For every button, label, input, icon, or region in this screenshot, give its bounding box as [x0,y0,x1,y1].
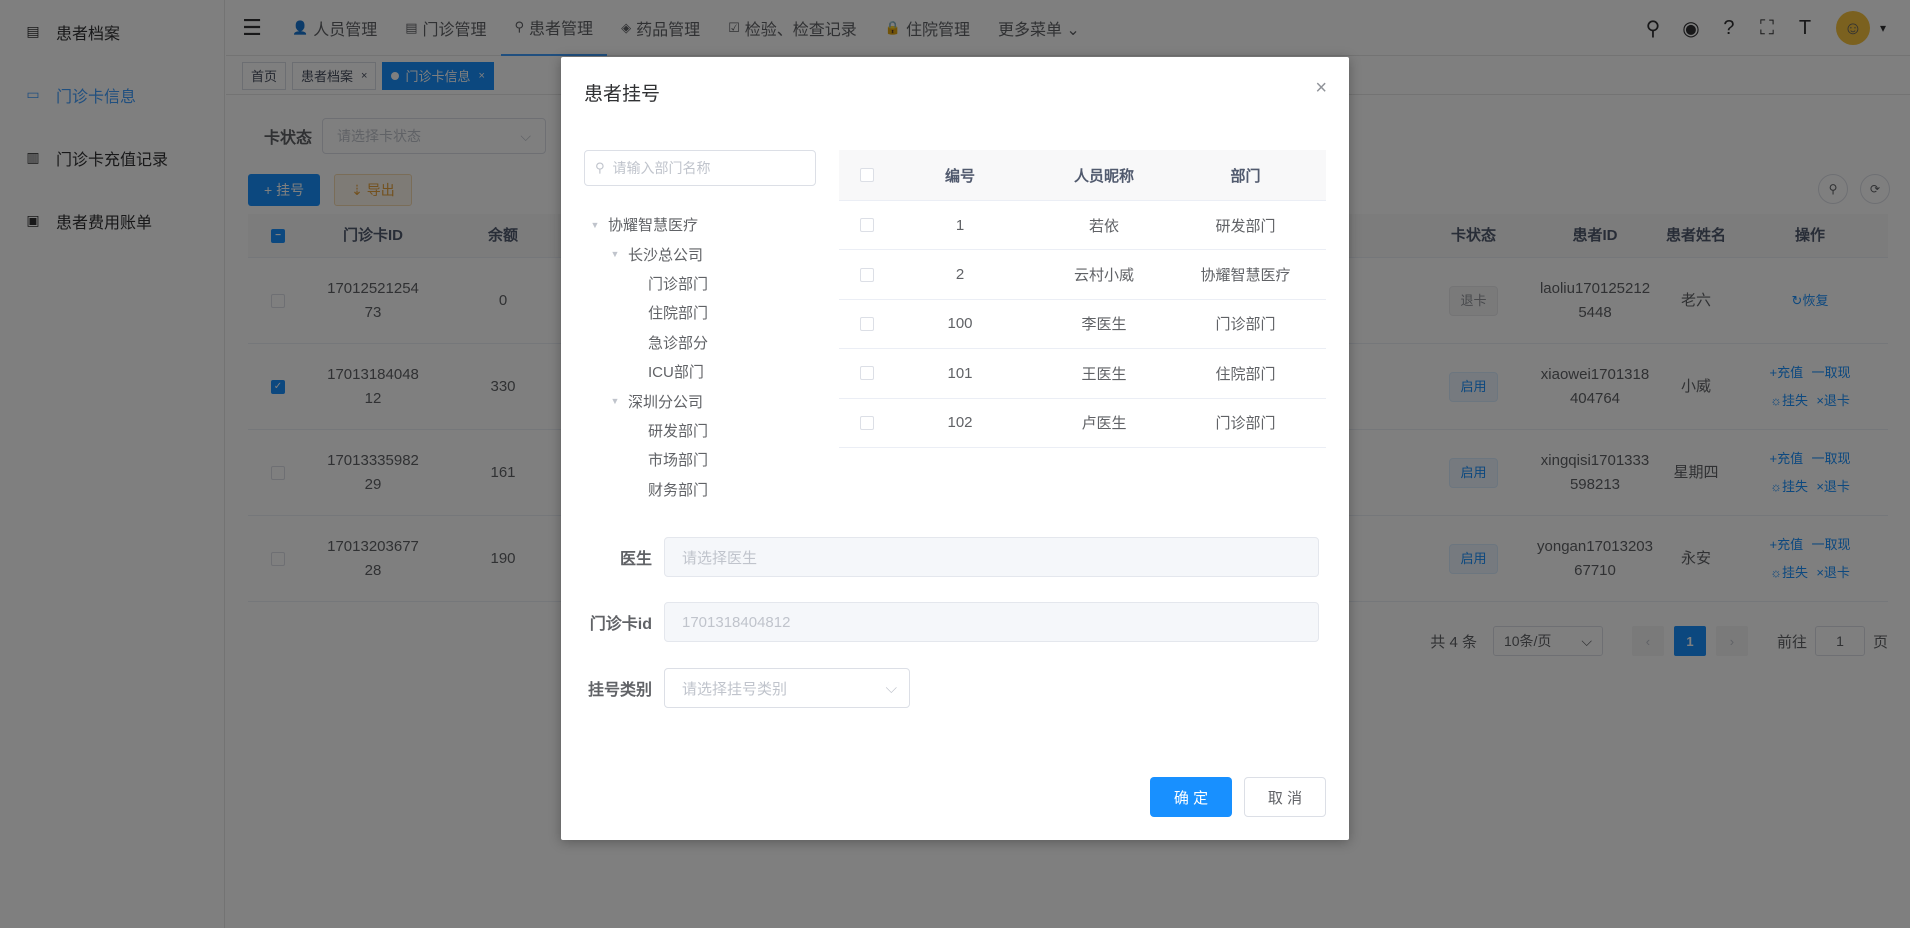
tree-node-label: 市场部门 [648,452,709,470]
tree-node[interactable]: 财务部门 [588,475,818,504]
tree-node-label: 深圳分公司 [628,393,704,411]
department-cell: 协耀智慧医疗 [1200,267,1291,285]
tree-node-label: 住院部门 [648,305,709,323]
register-type-label: 挂号类别 [587,682,652,699]
tree-node-label: 门诊部门 [648,275,709,293]
col-number: 编号 [944,167,975,185]
register-dialog: 患者挂号 × ⚲ 请输入部门名称 ▼ 协耀智慧医疗 ▼ 长沙总公司 门诊部门 住院部… [561,57,1349,840]
tree-node[interactable]: 急诊部分 [588,328,818,357]
close-icon[interactable]: × [1315,77,1327,100]
row-checkbox[interactable] [839,415,895,430]
doctor-form-row: 医生 请选择医生 [584,537,1319,577]
search-icon: ⚲ [595,160,605,175]
table-row[interactable]: 102 卢医生 门诊部门 [839,399,1326,448]
cancel-button[interactable]: 取 消 [1244,777,1326,817]
row-checkbox[interactable] [839,366,895,381]
tree-node[interactable]: 市场部门 [588,445,818,474]
input-value: 1701318404812 [682,613,791,631]
expand-arrow-icon[interactable]: ▼ [608,396,622,406]
tree-node[interactable]: ▼ 深圳分公司 [588,386,818,415]
tree-node[interactable]: ▼ 协耀智慧医疗 [588,210,818,239]
table-row[interactable]: 1 若依 研发部门 [839,201,1326,251]
table-row[interactable]: 101 王医生 住院部门 [839,349,1326,399]
department-cell: 门诊部门 [1215,316,1276,334]
number-cell: 102 [947,414,973,432]
doctor-table: 编号 人员昵称 部门 1 若依 研发部门 2 云村小威 协耀智慧医疗 100 李… [839,150,1326,448]
expand-arrow-icon[interactable]: ▼ [608,249,622,259]
input-placeholder: 请选择医生 [682,549,758,567]
number-cell: 101 [947,364,973,382]
register-type-select[interactable]: 请选择挂号类别 ⌵ [664,668,910,708]
department-cell: 住院部门 [1215,365,1276,383]
nickname-cell: 王医生 [1081,365,1127,383]
table-row[interactable]: 2 云村小威 协耀智慧医疗 [839,250,1326,300]
card-id-field: 1701318404812 [664,602,1319,642]
row-checkbox[interactable] [839,218,895,233]
select-all-checkbox[interactable] [839,168,895,182]
col-department: 部门 [1230,167,1261,185]
number-cell: 1 [955,216,965,234]
card-id-label: 门诊卡id [589,616,652,633]
dept-search-input[interactable]: ⚲ 请输入部门名称 [584,150,816,186]
tree-node[interactable]: 门诊部门 [588,269,818,298]
department-cell: 研发部门 [1215,217,1276,235]
tree-node-label: 急诊部分 [648,334,709,352]
nickname-cell: 李医生 [1081,316,1127,334]
select-placeholder: 请选择挂号类别 [682,680,788,698]
tree-node-label: 财务部门 [648,481,709,499]
row-checkbox[interactable] [839,316,895,331]
tree-node-label: 研发部门 [648,422,709,440]
tree-node-label: 协耀智慧医疗 [608,217,699,235]
tree-node[interactable]: ICU部门 [588,357,818,386]
doctor-label: 医生 [619,551,652,568]
tree-node-label: ICU部门 [648,364,704,382]
number-cell: 2 [955,266,965,284]
doctor-field: 请选择医生 [664,537,1319,577]
tree-node[interactable]: ▼ 长沙总公司 [588,239,818,268]
table-header: 编号 人员昵称 部门 [839,150,1326,201]
number-cell: 100 [947,315,973,333]
type-form-row: 挂号类别 请选择挂号类别 ⌵ [584,668,910,708]
dialog-footer: 确 定 取 消 [1150,777,1326,817]
col-nickname: 人员昵称 [1073,167,1134,185]
expand-arrow-icon[interactable]: ▼ [588,220,602,230]
tree-node-label: 长沙总公司 [628,246,704,264]
dept-tree: ▼ 协耀智慧医疗 ▼ 长沙总公司 门诊部门 住院部门 急诊部分 ICU部门 ▼ 深圳分… [588,210,818,504]
nickname-cell: 卢医生 [1081,415,1127,433]
confirm-button[interactable]: 确 定 [1150,777,1232,817]
nickname-cell: 若依 [1088,217,1119,235]
card-form-row: 门诊卡id 1701318404812 [584,602,1319,642]
dialog-title: 患者挂号 [584,84,661,105]
department-cell: 门诊部门 [1215,415,1276,433]
input-placeholder: 请输入部门名称 [612,160,711,176]
tree-node[interactable]: 住院部门 [588,298,818,327]
chevron-down-icon: ⌵ [885,679,897,697]
row-checkbox[interactable] [839,267,895,282]
table-row[interactable]: 100 李医生 门诊部门 [839,300,1326,350]
nickname-cell: 云村小威 [1073,267,1134,285]
tree-node[interactable]: 研发部门 [588,416,818,445]
